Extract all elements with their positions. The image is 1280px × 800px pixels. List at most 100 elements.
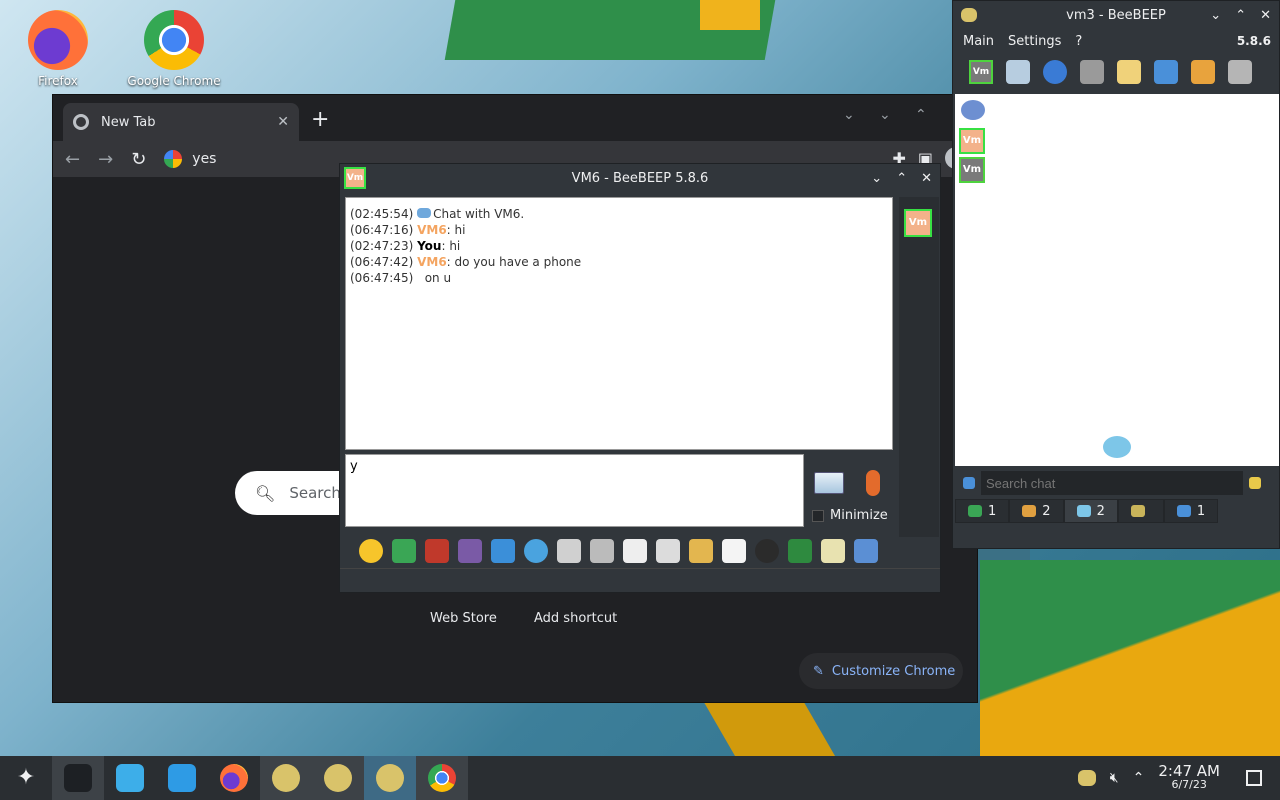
- show-desktop-icon[interactable]: [1246, 770, 1262, 786]
- close-icon[interactable]: ✕: [921, 171, 932, 186]
- taskbar-firefox[interactable]: [208, 756, 260, 800]
- minimize-toggle[interactable]: Minimize: [812, 508, 888, 523]
- version-label: 5.8.6: [1236, 34, 1271, 48]
- search-icon: 🔍︎: [255, 483, 276, 503]
- minimize-checkbox[interactable]: [812, 509, 824, 522]
- search-chat-input[interactable]: [981, 471, 1243, 495]
- tab-search-chevron-icon[interactable]: ⌄: [843, 107, 855, 123]
- save-chat-icon[interactable]: [788, 539, 812, 563]
- tab-chats[interactable]: 2: [1063, 499, 1118, 523]
- beebeep-tray-icon[interactable]: [1077, 770, 1096, 786]
- font-color-icon[interactable]: [425, 539, 449, 563]
- wallpaper-shape: [980, 560, 1280, 760]
- home-icon[interactable]: [1080, 60, 1104, 84]
- reload-icon[interactable]: ↻: [131, 149, 146, 170]
- network-icon[interactable]: [1154, 60, 1178, 84]
- message-envelope-icon[interactable]: [392, 539, 416, 563]
- app-launcher-button[interactable]: ✦: [0, 756, 52, 800]
- edit-profile-icon[interactable]: [1006, 60, 1030, 84]
- back-arrow-icon[interactable]: ←: [65, 149, 80, 170]
- detach-window-icon[interactable]: [854, 539, 878, 563]
- microphone-icon[interactable]: [866, 470, 880, 496]
- menu-settings[interactable]: Settings: [1008, 34, 1061, 49]
- firefox-icon: [220, 764, 248, 792]
- send-folder-icon[interactable]: [689, 539, 713, 563]
- tray-expand-chevron-icon[interactable]: ⌃: [1133, 770, 1145, 786]
- music-note-icon[interactable]: [623, 539, 647, 563]
- minimize-label: Minimize: [830, 508, 888, 523]
- new-tab-plus-icon[interactable]: +: [311, 107, 329, 132]
- message-input-value: y: [350, 459, 358, 474]
- emoticon-icon[interactable]: [359, 539, 383, 563]
- tab-files[interactable]: 1: [1163, 499, 1219, 523]
- my-status-avatar-icon[interactable]: Vm: [969, 60, 993, 84]
- volume-muted-icon[interactable]: 🔇︎: [1110, 770, 1119, 786]
- omnibox[interactable]: yes: [164, 150, 216, 168]
- trash-icon[interactable]: [1228, 60, 1252, 84]
- html-code-icon[interactable]: [722, 539, 746, 563]
- desktop-icon-firefox[interactable]: Firefox: [3, 4, 113, 88]
- minimize-window-icon[interactable]: ⌄: [879, 107, 891, 123]
- taskbar-beebeep-2[interactable]: [312, 756, 364, 800]
- color-picker-icon[interactable]: [458, 539, 482, 563]
- maximize-window-icon[interactable]: ⌃: [915, 107, 927, 123]
- text-style-icon[interactable]: [590, 539, 614, 563]
- tab-users[interactable]: 1: [955, 499, 1010, 523]
- settings-sliders-icon: [64, 764, 92, 792]
- chrome-favicon-icon: [73, 114, 89, 130]
- users-tab-icon: [968, 505, 982, 517]
- minimize-icon[interactable]: ⌄: [871, 171, 882, 186]
- shortcut-add-shortcut[interactable]: Add shortcut: [534, 611, 617, 626]
- user-vm-avatar-icon[interactable]: Vm: [959, 128, 985, 154]
- folder-icon: [168, 764, 196, 792]
- customize-chrome-button[interactable]: ✎ Customize Chrome: [799, 653, 963, 689]
- taskbar-chrome[interactable]: [416, 756, 468, 800]
- omnibox-text: yes: [192, 151, 217, 167]
- taskbar-discover[interactable]: [104, 756, 156, 800]
- network-tab-icon: [1130, 505, 1145, 517]
- digital-clock[interactable]: 2:47 AM 6/7/23: [1158, 764, 1220, 792]
- spellcheck-icon[interactable]: [557, 539, 581, 563]
- chat-message: (02:45:54) Chat with VM6.: [350, 207, 525, 221]
- desktop-icon-google-chrome[interactable]: Google Chrome: [119, 4, 229, 88]
- notes-icon[interactable]: [821, 539, 845, 563]
- minimize-icon[interactable]: ⌄: [1210, 8, 1221, 23]
- user-vm-avatar-icon[interactable]: Vm: [959, 157, 985, 183]
- chat-titlebar: Vm VM6 - BeeBEEP 5.8.6 ⌄ ⌃ ✕: [340, 164, 940, 192]
- tab-groups[interactable]: 2: [1009, 499, 1064, 523]
- clear-search-icon[interactable]: [1249, 477, 1261, 489]
- forward-arrow-icon[interactable]: →: [98, 149, 113, 170]
- google-g-icon: [164, 150, 183, 168]
- message-input[interactable]: y: [345, 454, 804, 527]
- close-icon[interactable]: ✕: [1260, 8, 1271, 23]
- taskbar-beebeep-3[interactable]: [364, 756, 416, 800]
- main-tabs: 1 2 2 1: [955, 499, 1219, 523]
- chat-message: (06:47:16) VM6: hi: [350, 223, 466, 237]
- window-controls: ⌄ ⌃ ✕: [1210, 8, 1271, 23]
- filter-icon[interactable]: [491, 539, 515, 563]
- broadcast-icon[interactable]: [1043, 60, 1067, 84]
- send-envelope-icon[interactable]: [814, 472, 844, 494]
- settings-gears-icon[interactable]: [524, 539, 548, 563]
- taskbar-file-manager[interactable]: [156, 756, 208, 800]
- write-message-icon[interactable]: [1117, 60, 1141, 84]
- file-transfer-icon[interactable]: [1191, 60, 1215, 84]
- menu-help[interactable]: ?: [1075, 34, 1082, 49]
- maximize-icon[interactable]: ⌃: [1235, 8, 1246, 23]
- taskbar-beebeep-1[interactable]: [260, 756, 312, 800]
- gear-icon[interactable]: [963, 477, 975, 489]
- chrome-tab-new-tab[interactable]: New Tab ✕: [63, 103, 299, 141]
- taskbar-system-settings[interactable]: [52, 756, 104, 800]
- menu-main[interactable]: Main: [963, 34, 994, 49]
- send-file-icon[interactable]: [656, 539, 680, 563]
- maximize-icon[interactable]: ⌃: [896, 171, 907, 186]
- chrome-icon: [428, 764, 456, 792]
- member-vm-avatar-icon[interactable]: Vm: [904, 209, 932, 237]
- users-search-icon[interactable]: [961, 100, 985, 120]
- desktop-icon-label: Google Chrome: [127, 74, 221, 88]
- tab-network[interactable]: [1117, 499, 1164, 523]
- chat-message: (06:47:45) on u: [350, 271, 452, 285]
- close-tab-icon[interactable]: ✕: [277, 114, 289, 130]
- shortcut-web-store[interactable]: Web Store: [430, 611, 497, 626]
- screenshot-icon[interactable]: [755, 539, 779, 563]
